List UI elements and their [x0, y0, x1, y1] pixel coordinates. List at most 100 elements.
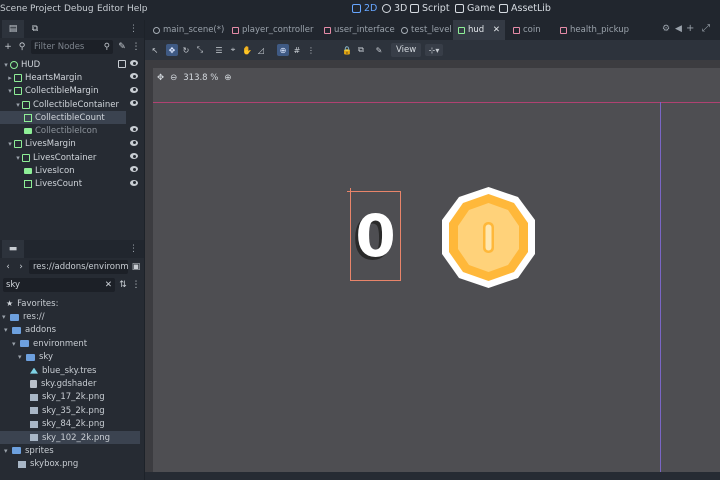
add-node-icon[interactable]: + — [3, 42, 13, 52]
tab-user-interface[interactable]: user_interface — [319, 20, 400, 40]
fs-item-sky-84[interactable]: sky_84_2k.png — [0, 418, 144, 431]
collapse-arrow-icon[interactable]: ▾ — [2, 313, 10, 321]
collapse-arrow-icon[interactable]: ▾ — [4, 326, 12, 334]
sort-icon[interactable]: ⇅ — [118, 280, 128, 290]
visibility-icon[interactable] — [130, 99, 138, 106]
menu-project[interactable]: Project — [30, 4, 61, 14]
split-mode-icon[interactable]: ▣ — [131, 262, 141, 272]
tab-filesystem[interactable]: ▬ — [2, 240, 24, 258]
tree-item-collectiblecontainer[interactable]: ▾ CollectibleContainer — [0, 98, 144, 111]
workspace-3d-button[interactable]: 3D — [382, 3, 407, 14]
zoom-out-icon[interactable]: ⊖ — [170, 73, 177, 83]
rotate-mode-icon[interactable]: ↻ — [180, 44, 192, 56]
canvas-viewport[interactable] — [145, 60, 720, 472]
tab-scene[interactable]: ▤ — [2, 20, 24, 38]
view-menu-button[interactable]: View — [391, 43, 422, 57]
visibility-icon[interactable] — [130, 179, 138, 186]
tree-item-livesmargin[interactable]: ▾ LivesMargin — [0, 138, 144, 151]
visibility-icon[interactable] — [130, 139, 138, 146]
dock-menu-icon[interactable]: ⋮ — [129, 24, 138, 34]
back-icon[interactable]: ‹ — [3, 262, 13, 272]
pivot-icon[interactable] — [347, 188, 354, 195]
fs-item-favorites[interactable]: ★ Favorites: — [0, 297, 144, 310]
bone-icon[interactable]: ✎ — [373, 44, 385, 56]
workspace-2d-button[interactable]: 2D — [352, 3, 377, 14]
fs-item-blue-sky[interactable]: blue_sky.tres — [0, 364, 144, 377]
tree-item-collectibleicon[interactable]: CollectibleIcon — [0, 124, 144, 137]
visibility-icon[interactable] — [130, 126, 138, 133]
zoom-center-icon[interactable]: ✥ — [157, 73, 164, 83]
visibility-icon[interactable] — [130, 166, 138, 173]
fs-item-sky-17[interactable]: sky_17_2k.png — [0, 391, 144, 404]
tree-item-collectiblecount[interactable]: CollectibleCount — [0, 111, 126, 125]
ruler-mode-icon[interactable]: ◿ — [255, 44, 267, 56]
forward-icon[interactable]: › — [16, 262, 26, 272]
tab-main-scene[interactable]: main_scene(*) — [148, 20, 229, 40]
workspace-game-button[interactable]: Game — [455, 3, 495, 14]
tree-item-livesicon[interactable]: LivesIcon — [0, 164, 144, 177]
scroll-tabs-icon[interactable]: ◀ — [675, 24, 682, 34]
distraction-free-icon[interactable]: ⤢ — [702, 23, 710, 34]
move-mode-icon[interactable]: ✥ — [166, 44, 178, 56]
add-tab-icon[interactable]: + — [686, 23, 694, 34]
fs-item-sky-102[interactable]: sky_102_2k.png — [0, 430, 140, 445]
collapse-arrow-icon[interactable]: ▾ — [2, 61, 10, 69]
scale-mode-icon[interactable]: ⤡ — [194, 44, 206, 56]
link-icon[interactable]: ⚲ — [17, 42, 27, 52]
lock-icon[interactable]: 🔒 — [341, 44, 353, 56]
workspace-assetlib-button[interactable]: AssetLib — [499, 3, 551, 14]
attach-script-icon[interactable]: ✎ — [117, 42, 127, 52]
snap-options-icon[interactable]: ⋮ — [305, 44, 317, 56]
collapse-arrow-icon[interactable]: ▾ — [14, 154, 22, 162]
workspace-script-button[interactable]: Script — [410, 3, 450, 14]
visibility-icon[interactable] — [130, 86, 138, 93]
menu-editor[interactable]: Editor — [97, 4, 124, 14]
fs-item-sprites[interactable]: ▾ sprites — [0, 444, 144, 457]
close-icon[interactable]: ✕ — [493, 25, 500, 35]
zoom-level[interactable]: 313.8 % — [183, 73, 218, 83]
menu-scene[interactable]: Scene — [0, 4, 27, 14]
tab-test-level[interactable]: test_level — [396, 20, 457, 40]
tab-hud[interactable]: hud ✕ — [453, 20, 505, 40]
more-options-icon[interactable]: ⋮ — [131, 42, 141, 52]
pan-mode-icon[interactable]: ✋ — [241, 44, 253, 56]
zoom-in-icon[interactable]: ⊕ — [224, 73, 231, 83]
layout-menu-icon[interactable]: ⊹▾ — [425, 44, 443, 56]
visibility-icon[interactable] — [130, 153, 138, 160]
collapse-arrow-icon[interactable]: ▾ — [14, 101, 22, 109]
tree-item-livescount[interactable]: LivesCount — [0, 178, 144, 191]
tree-item-collectiblemargin[interactable]: ▾ CollectibleMargin — [0, 85, 144, 98]
tree-item-hud[interactable]: ▾ HUD — [0, 58, 144, 71]
tab-coin[interactable]: coin — [508, 20, 546, 40]
clear-icon[interactable]: ✕ — [105, 280, 112, 290]
menu-debug[interactable]: Debug — [64, 4, 94, 14]
script-icon[interactable] — [118, 60, 126, 68]
tab-import[interactable]: ⧉ — [24, 20, 46, 38]
fs-item-sky[interactable]: ▾ sky — [0, 351, 144, 364]
fs-item-addons[interactable]: ▾ addons — [0, 324, 144, 337]
collapse-arrow-icon[interactable]: ▾ — [18, 353, 26, 361]
pivot-mode-icon[interactable]: ⌖ — [227, 44, 239, 56]
list-select-icon[interactable]: ☰ — [213, 44, 225, 56]
collapse-arrow-icon[interactable]: ▾ — [4, 447, 12, 455]
collectible-count-selection[interactable]: 0 — [350, 191, 401, 281]
path-field[interactable]: res://addons/environment — [29, 260, 128, 274]
fs-item-environment[interactable]: ▾ environment — [0, 337, 144, 350]
fs-item-res[interactable]: ▾ res:// — [0, 310, 144, 323]
collapse-arrow-icon[interactable]: ▾ — [6, 140, 14, 148]
tab-health-pickup[interactable]: health_pickup — [555, 20, 634, 40]
tree-item-livescontainer[interactable]: ▾ LivesContainer — [0, 151, 144, 164]
fs-item-skybox[interactable]: skybox.png — [0, 458, 144, 471]
tree-item-heartsmargin[interactable]: ▸ HeartsMargin — [0, 71, 144, 84]
visibility-icon[interactable] — [130, 73, 138, 80]
smart-snap-icon[interactable]: ⊕ — [277, 44, 289, 56]
grid-snap-icon[interactable]: # — [291, 44, 303, 56]
menu-help[interactable]: Help — [127, 4, 148, 14]
visibility-icon[interactable] — [130, 60, 138, 66]
select-mode-icon[interactable]: ↖ — [149, 44, 161, 56]
collapse-arrow-icon[interactable]: ▾ — [6, 87, 14, 95]
scene-list-icon[interactable]: ⚙ — [662, 24, 670, 34]
fs-item-sky-35[interactable]: sky_35_2k.png — [0, 404, 144, 417]
dock-menu-icon[interactable]: ⋮ — [129, 244, 138, 254]
collapse-arrow-icon[interactable]: ▾ — [12, 340, 20, 348]
